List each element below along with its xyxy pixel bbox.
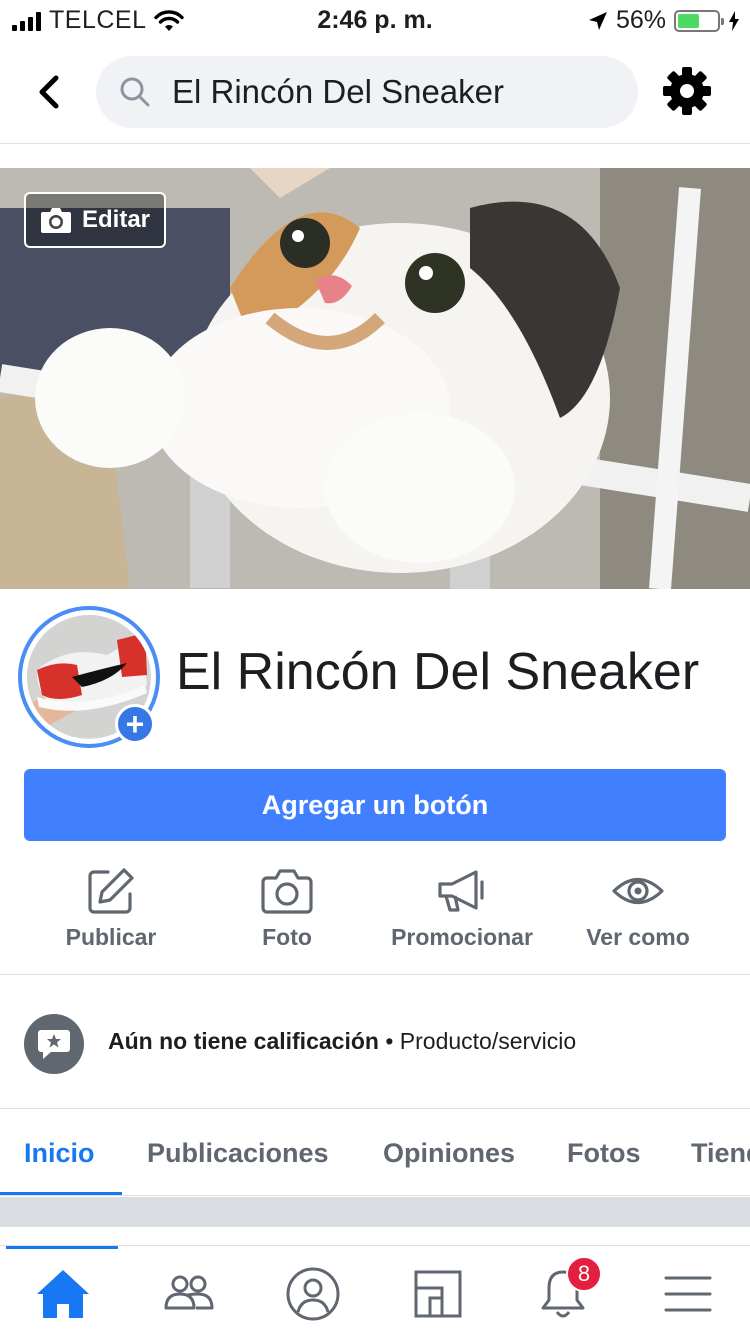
page-tabs: Inicio Publicaciones Opiniones Fotos Tie… <box>0 1110 750 1196</box>
search-bar[interactable]: El Rincón Del Sneaker <box>96 56 638 128</box>
battery-percent: 56% <box>615 6 666 34</box>
menu-icon[interactable] <box>658 1264 718 1324</box>
tab-inicio[interactable]: Inicio <box>24 1138 95 1169</box>
friends-icon[interactable] <box>158 1264 218 1324</box>
rating-status: Aún no tiene calificación <box>108 1028 379 1054</box>
rating-row[interactable]: Aún no tiene calificación • Producto/ser… <box>0 976 750 1109</box>
promote-action[interactable]: Promocionar <box>374 862 550 951</box>
tab-tienda[interactable]: Tienda <box>691 1138 750 1169</box>
eye-icon <box>612 877 664 905</box>
pencil-icon <box>88 868 134 914</box>
active-nav-indicator <box>6 1246 118 1249</box>
publish-action[interactable]: Publicar <box>23 862 199 951</box>
edit-cover-label: Editar <box>82 206 151 233</box>
back-icon[interactable] <box>30 68 70 116</box>
search-icon <box>120 77 150 107</box>
section-divider <box>0 1197 750 1227</box>
tab-publicaciones[interactable]: Publicaciones <box>147 1138 329 1169</box>
battery-icon <box>674 9 724 32</box>
review-bubble-icon <box>24 1014 84 1074</box>
gear-icon[interactable] <box>662 66 712 116</box>
add-profile-photo-button[interactable]: + <box>115 704 155 744</box>
add-button-cta[interactable]: Agregar un botón <box>24 769 726 841</box>
pages-icon[interactable] <box>408 1264 468 1324</box>
edit-cover-button[interactable]: Editar <box>24 192 166 248</box>
view-as-action[interactable]: Ver como <box>550 862 726 951</box>
photo-action[interactable]: Foto <box>199 862 375 951</box>
tab-opiniones[interactable]: Opiniones <box>383 1138 515 1169</box>
camera-icon <box>41 208 71 233</box>
rating-separator: • <box>385 1028 394 1054</box>
location-arrow-icon <box>588 11 607 30</box>
photo-label: Foto <box>262 924 312 950</box>
rating-text: Aún no tiene calificación • Producto/ser… <box>108 1028 576 1055</box>
publish-label: Publicar <box>65 924 157 950</box>
status-bar: TELCEL 2:46 p. m. 56% <box>0 0 750 40</box>
charging-icon <box>729 10 739 31</box>
cover-photo[interactable]: Editar <box>0 168 750 589</box>
home-icon[interactable] <box>33 1264 93 1324</box>
megaphone-icon <box>438 870 484 912</box>
camera-icon <box>261 869 313 914</box>
page-title: El Rincón Del Sneaker <box>176 643 700 701</box>
tab-fotos[interactable]: Fotos <box>567 1138 641 1169</box>
page-actions: Publicar Foto Promocionar Ver como <box>0 862 750 975</box>
search-query: El Rincón Del Sneaker <box>172 73 504 110</box>
top-bar: El Rincón Del Sneaker <box>0 40 750 144</box>
page-category: Producto/servicio <box>399 1028 577 1054</box>
promote-label: Promocionar <box>391 924 533 950</box>
profile-icon[interactable] <box>283 1264 343 1324</box>
active-tab-indicator <box>0 1192 122 1195</box>
bottom-navigation: 8 <box>0 1245 750 1334</box>
view-as-label: Ver como <box>586 924 690 950</box>
notifications-badge: 8 <box>566 1256 602 1292</box>
